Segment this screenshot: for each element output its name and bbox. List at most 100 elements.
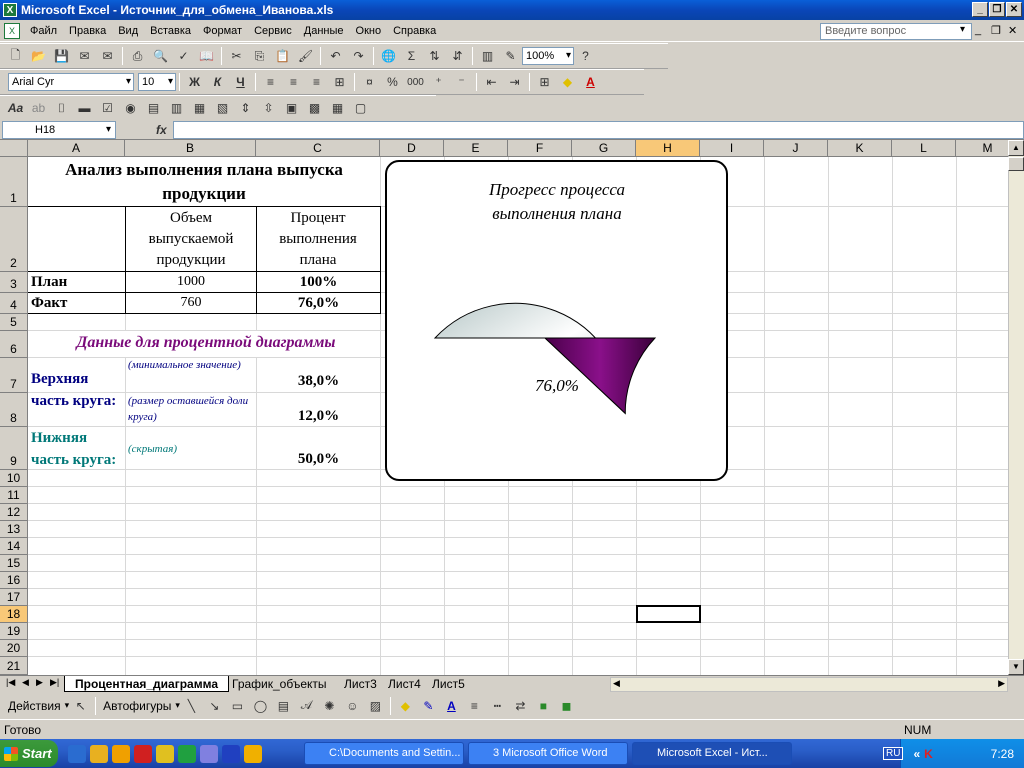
line-style-icon[interactable]: ≡: [464, 696, 485, 716]
font-size-select[interactable]: 10: [138, 73, 176, 91]
last-sheet-icon[interactable]: ▶|: [50, 677, 59, 688]
scroll-right-button[interactable]: ▶: [998, 678, 1005, 689]
underline-button[interactable]: Ч: [230, 72, 251, 92]
combo-dropdown-icon[interactable]: ▧: [212, 98, 233, 118]
arrow-icon[interactable]: ↘: [204, 696, 225, 716]
col-header-a[interactable]: A: [28, 140, 125, 157]
fact-percent[interactable]: 76,0%: [257, 293, 380, 313]
language-indicator[interactable]: RU: [883, 747, 904, 760]
new-icon[interactable]: 🗋: [5, 46, 26, 66]
help-icon[interactable]: ?: [575, 46, 596, 66]
sheet-title[interactable]: Анализ выполнения плана выпуска продукци…: [32, 158, 376, 206]
prev-sheet-icon[interactable]: ◀: [22, 677, 29, 688]
dash-style-icon[interactable]: ┅: [487, 696, 508, 716]
borders-icon[interactable]: ⊞: [534, 72, 555, 92]
next-sheet-icon[interactable]: ▶: [36, 677, 43, 688]
bold-button[interactable]: Ж: [184, 72, 205, 92]
task-excel[interactable]: Microsoft Excel - Ист...: [632, 742, 792, 765]
control-props-icon[interactable]: ▣: [281, 98, 302, 118]
increase-indent-icon[interactable]: ⇥: [504, 72, 525, 92]
font-color-icon[interactable]: A: [580, 72, 601, 92]
select-all-corner[interactable]: [0, 140, 28, 157]
col-header-d[interactable]: D: [380, 140, 444, 157]
option-button-icon[interactable]: ◉: [120, 98, 141, 118]
row-header[interactable]: 12: [0, 504, 28, 521]
header-volume[interactable]: Объем выпускаемой продукции: [128, 208, 254, 271]
tab-sheet-2[interactable]: График_объекты: [222, 676, 337, 692]
arrow-style-icon[interactable]: ⇄: [510, 696, 531, 716]
col-header-l[interactable]: L: [892, 140, 956, 157]
fact-value[interactable]: 760: [126, 293, 256, 313]
paste-icon[interactable]: 📋: [272, 46, 293, 66]
menu-data[interactable]: Данные: [298, 22, 350, 40]
research-icon[interactable]: 📖: [196, 46, 217, 66]
row-header[interactable]: 5: [0, 314, 28, 331]
italic-button[interactable]: К: [207, 72, 228, 92]
row-header[interactable]: 9: [0, 427, 28, 470]
chart-wizard-icon[interactable]: ▥: [477, 46, 498, 66]
maximize-button[interactable]: ❐: [989, 2, 1005, 17]
checkbox-icon[interactable]: ☑: [97, 98, 118, 118]
row-header[interactable]: 15: [0, 555, 28, 572]
col-header-m[interactable]: M: [956, 140, 1008, 157]
start-button[interactable]: Start: [0, 740, 58, 767]
excel-app-icon[interactable]: X: [3, 3, 17, 17]
task-word[interactable]: 3 Microsoft Office Word: [468, 742, 628, 765]
draw-actions-menu[interactable]: Действия: [4, 699, 65, 713]
copy-icon[interactable]: ⎘: [249, 46, 270, 66]
header-percent[interactable]: Процент выполнения плана: [259, 208, 377, 271]
combo-list-icon[interactable]: ▦: [189, 98, 210, 118]
tab-sheet-1[interactable]: Процентная_диаграмма: [64, 676, 229, 692]
print-preview-icon[interactable]: 🔍: [150, 46, 171, 66]
font-select[interactable]: Arial Cyr: [8, 73, 134, 91]
upper-note-1[interactable]: (минимальное значение): [128, 358, 256, 373]
help-dropdown-icon[interactable]: ▾: [960, 24, 965, 35]
list-box-icon[interactable]: ▤: [143, 98, 164, 118]
quick-launch-icon-6[interactable]: [200, 744, 218, 763]
plan-percent[interactable]: 100%: [257, 272, 380, 292]
vertical-scrollbar[interactable]: ▲ ▼: [1008, 140, 1024, 675]
scroll-thumb[interactable]: [1008, 157, 1024, 171]
plan-label[interactable]: План: [31, 272, 67, 292]
wordart-icon[interactable]: 𝒜: [296, 696, 317, 716]
oval-icon[interactable]: ◯: [250, 696, 271, 716]
lower-value[interactable]: 50,0%: [257, 449, 380, 469]
thousands-button[interactable]: 000: [405, 72, 426, 92]
upper-value-1[interactable]: 38,0%: [257, 371, 380, 391]
clipart-icon[interactable]: ☺: [342, 696, 363, 716]
col-header-g[interactable]: G: [572, 140, 636, 157]
antivirus-icon[interactable]: K: [924, 747, 933, 761]
active-cell[interactable]: [636, 605, 701, 623]
drawing-icon[interactable]: ✎: [500, 46, 521, 66]
row-header[interactable]: 16: [0, 572, 28, 589]
row-header[interactable]: 2: [0, 207, 28, 272]
col-header-k[interactable]: K: [828, 140, 892, 157]
task-explorer[interactable]: C:\Documents and Settin...: [304, 742, 464, 765]
spinner-icon[interactable]: ⇳: [258, 98, 279, 118]
fx-icon[interactable]: fx: [156, 123, 167, 137]
draw-fill-color-icon[interactable]: ◆: [395, 696, 416, 716]
run-dialog-icon[interactable]: ▢: [350, 98, 371, 118]
align-left-icon[interactable]: ≡: [260, 72, 281, 92]
toggle-grid-icon[interactable]: ▦: [327, 98, 348, 118]
upper-value-2[interactable]: 12,0%: [257, 406, 380, 426]
lower-label[interactable]: Нижняя часть круга:: [31, 427, 125, 471]
row-header[interactable]: 21: [0, 657, 28, 675]
menu-view[interactable]: Вид: [112, 22, 144, 40]
doc-restore-button[interactable]: ❐: [991, 24, 1001, 37]
shadow-icon[interactable]: ■: [533, 696, 554, 716]
row-header[interactable]: 6: [0, 331, 28, 358]
minimize-button[interactable]: _: [972, 2, 988, 17]
col-header-j[interactable]: J: [764, 140, 828, 157]
col-header-c[interactable]: C: [256, 140, 380, 157]
line-icon[interactable]: ╲: [181, 696, 202, 716]
edit-code-icon[interactable]: ▩: [304, 98, 325, 118]
col-header-f[interactable]: F: [508, 140, 572, 157]
percent-button[interactable]: %: [382, 72, 403, 92]
decrease-indent-icon[interactable]: ⇤: [481, 72, 502, 92]
doc-close-button[interactable]: ✕: [1008, 24, 1017, 37]
zoom-select[interactable]: 100%: [522, 47, 574, 65]
row-header[interactable]: 1: [0, 157, 28, 207]
print-icon[interactable]: ⎙: [127, 46, 148, 66]
quick-launch-icon-2[interactable]: [112, 744, 130, 763]
